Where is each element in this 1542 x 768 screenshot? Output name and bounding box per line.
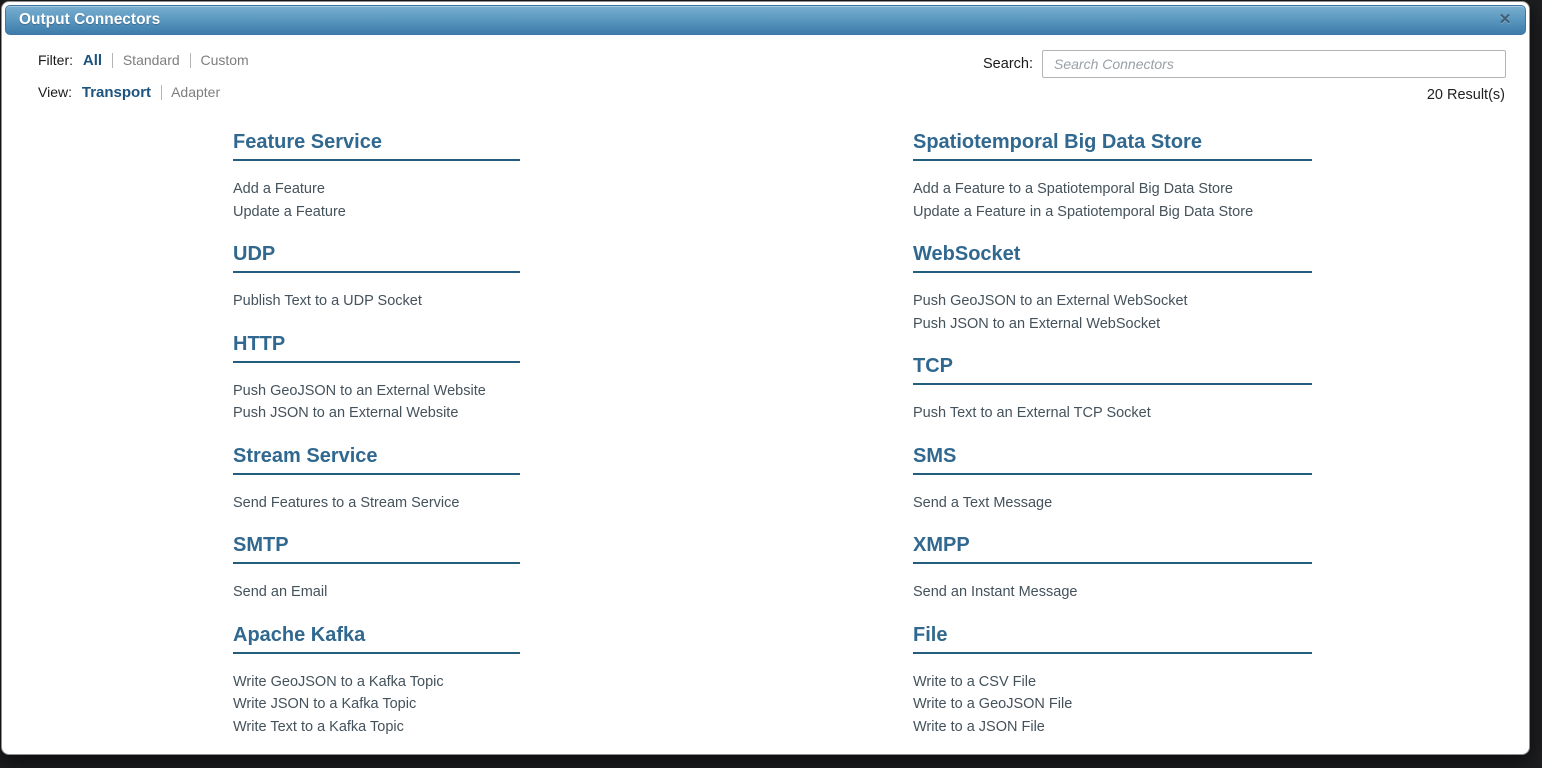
connector-item[interactable]: Add a Feature to a Spatiotemporal Big Da… — [913, 178, 1312, 201]
connector-category: HTTP Push GeoJSON to an External Website… — [233, 333, 520, 425]
connector-item[interactable]: Send a Text Message — [913, 492, 1312, 515]
connector-column-right: Spatiotemporal Big Data Store Add a Feat… — [913, 131, 1323, 758]
connector-item[interactable]: Push GeoJSON to an External Website — [233, 380, 520, 403]
connector-item[interactable]: Write GeoJSON to a Kafka Topic — [233, 671, 520, 694]
connector-item[interactable]: Write JSON to a Kafka Topic — [233, 693, 520, 716]
connector-item[interactable]: Push JSON to an External WebSocket — [913, 313, 1312, 336]
output-connectors-dialog: Output Connectors ✕ Filter: All Standard… — [1, 1, 1530, 755]
connector-item[interactable]: Push GeoJSON to an External WebSocket — [913, 290, 1312, 313]
connector-item[interactable]: Write to a JSON File — [913, 716, 1312, 739]
view-option-adapter[interactable]: Adapter — [171, 84, 220, 100]
separator — [190, 53, 191, 68]
filter-label: Filter: — [38, 52, 73, 68]
connector-item[interactable]: Publish Text to a UDP Socket — [233, 290, 520, 313]
connector-category: XMPP Send an Instant Message — [913, 534, 1312, 604]
connector-category: SMS Send a Text Message — [913, 445, 1312, 515]
connector-category-heading: HTTP — [233, 333, 520, 363]
connector-item-list: Send a Text Message — [913, 492, 1312, 515]
connector-category-heading: SMTP — [233, 534, 520, 564]
view-label: View: — [38, 84, 72, 100]
connector-item[interactable]: Send Features to a Stream Service — [233, 492, 520, 515]
connector-item[interactable]: Update a Feature in a Spatiotemporal Big… — [913, 201, 1312, 224]
connector-category-heading: WebSocket — [913, 243, 1312, 273]
dialog-titlebar[interactable]: Output Connectors ✕ — [5, 5, 1526, 35]
connector-category-heading: File — [913, 624, 1312, 654]
connector-item[interactable]: Push JSON to an External Website — [233, 402, 520, 425]
connector-item-list: Send an Instant Message — [913, 581, 1312, 604]
connector-item[interactable]: Send an Email — [233, 581, 520, 604]
connector-item[interactable]: Write to a GeoJSON File — [913, 693, 1312, 716]
connector-item-list: Write to a CSV FileWrite to a GeoJSON Fi… — [913, 671, 1312, 739]
results-count: 20 Result(s) — [983, 87, 1506, 103]
connector-category: SMTP Send an Email — [233, 534, 520, 604]
search-block: Search: 20 Result(s) — [983, 50, 1506, 103]
connector-item[interactable]: Update a Feature — [233, 201, 520, 224]
search-row: Search: — [983, 50, 1506, 78]
connector-item-list: Push Text to an External TCP Socket — [913, 402, 1312, 425]
connector-item-list: Add a Feature to a Spatiotemporal Big Da… — [913, 178, 1312, 223]
connector-item-list: Publish Text to a UDP Socket — [233, 290, 520, 313]
close-icon[interactable]: ✕ — [1494, 9, 1516, 31]
connector-item-list: Write GeoJSON to a Kafka TopicWrite JSON… — [233, 671, 520, 739]
filter-row: Filter: All Standard Custom — [38, 50, 249, 71]
connector-item[interactable]: Send an Instant Message — [913, 581, 1312, 604]
search-label: Search: — [983, 56, 1033, 72]
connector-item-list: Send Features to a Stream Service — [233, 492, 520, 515]
dialog-title: Output Connectors — [6, 6, 1525, 34]
connector-category: File Write to a CSV FileWrite to a GeoJS… — [913, 624, 1312, 739]
connector-item[interactable]: Write Text to a Kafka Topic — [233, 716, 520, 739]
separator — [161, 85, 162, 100]
filter-option-standard[interactable]: Standard — [123, 52, 180, 68]
connector-category: Stream Service Send Features to a Stream… — [233, 445, 520, 515]
separator — [112, 53, 113, 68]
connector-category: Spatiotemporal Big Data Store Add a Feat… — [913, 131, 1312, 223]
connector-category-heading: Stream Service — [233, 445, 520, 475]
connector-category: WebSocket Push GeoJSON to an External We… — [913, 243, 1312, 335]
connector-category: Feature Service Add a FeatureUpdate a Fe… — [233, 131, 520, 223]
connector-category: Apache Kafka Write GeoJSON to a Kafka To… — [233, 624, 520, 739]
connector-category-heading: SMS — [913, 445, 1312, 475]
filter-option-all[interactable]: All — [83, 52, 102, 69]
connector-item-list: Push GeoJSON to an External WebSocketPus… — [913, 290, 1312, 335]
connector-category-heading: XMPP — [913, 534, 1312, 564]
connector-item-list: Add a FeatureUpdate a Feature — [233, 178, 520, 223]
connector-category-heading: Feature Service — [233, 131, 520, 161]
connector-columns: Feature Service Add a FeatureUpdate a Fe… — [5, 131, 1526, 758]
connector-category-heading: Apache Kafka — [233, 624, 520, 654]
connector-item-list: Push GeoJSON to an External WebsitePush … — [233, 380, 520, 425]
connector-category-heading: TCP — [913, 355, 1312, 385]
view-option-transport[interactable]: Transport — [82, 84, 151, 101]
connector-item[interactable]: Write to a CSV File — [913, 671, 1312, 694]
connector-item[interactable]: Add a Feature — [233, 178, 520, 201]
search-input[interactable] — [1042, 50, 1506, 78]
connector-item-list: Send an Email — [233, 581, 520, 604]
connector-category: TCP Push Text to an External TCP Socket — [913, 355, 1312, 425]
filter-option-custom[interactable]: Custom — [200, 52, 248, 68]
connector-item[interactable]: Push Text to an External TCP Socket — [913, 402, 1312, 425]
connector-column-left: Feature Service Add a FeatureUpdate a Fe… — [233, 131, 913, 758]
connector-category-heading: UDP — [233, 243, 520, 273]
view-row: View: Transport Adapter — [38, 82, 249, 103]
connector-category-heading: Spatiotemporal Big Data Store — [913, 131, 1312, 161]
dialog-content: Filter: All Standard Custom View: Transp… — [5, 35, 1526, 758]
filter-view-block: Filter: All Standard Custom View: Transp… — [38, 50, 249, 103]
connector-category: UDP Publish Text to a UDP Socket — [233, 243, 520, 313]
toolbar: Filter: All Standard Custom View: Transp… — [5, 35, 1526, 103]
